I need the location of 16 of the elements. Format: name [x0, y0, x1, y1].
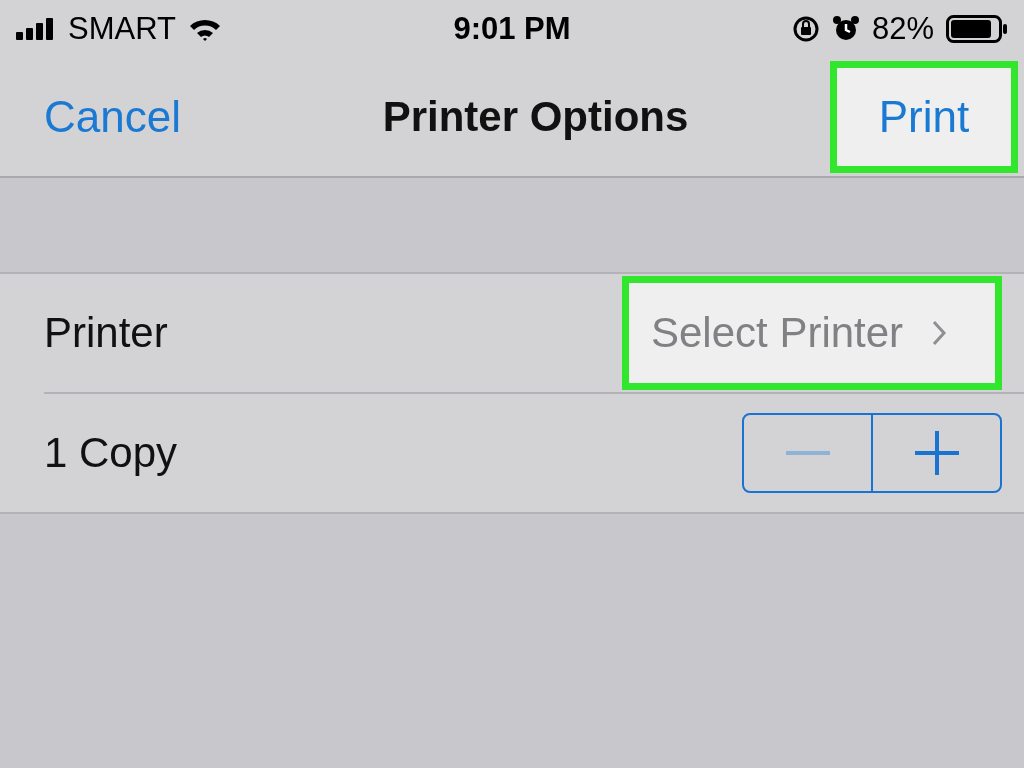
plus-icon: [914, 431, 959, 475]
battery-icon: [946, 15, 1008, 43]
signal-icon: [16, 18, 56, 40]
row-label: 1 Copy: [44, 429, 178, 477]
chevron-icon: [931, 319, 948, 347]
print-button[interactable]: Print: [830, 61, 1018, 173]
select-printer-button[interactable]: Select Printer: [622, 276, 1002, 390]
cancel-button[interactable]: Cancel: [44, 92, 181, 142]
alarm-icon: [831, 15, 860, 43]
minus-icon: [785, 451, 830, 455]
screen-title: Printer Options: [382, 93, 689, 141]
rotation-lock-icon: [791, 15, 820, 43]
status-time: 9:01 PM: [453, 11, 571, 47]
battery-percent: 82%: [871, 11, 934, 47]
carrier-name: SMART: [68, 11, 176, 47]
row-label: Printer: [44, 309, 168, 357]
